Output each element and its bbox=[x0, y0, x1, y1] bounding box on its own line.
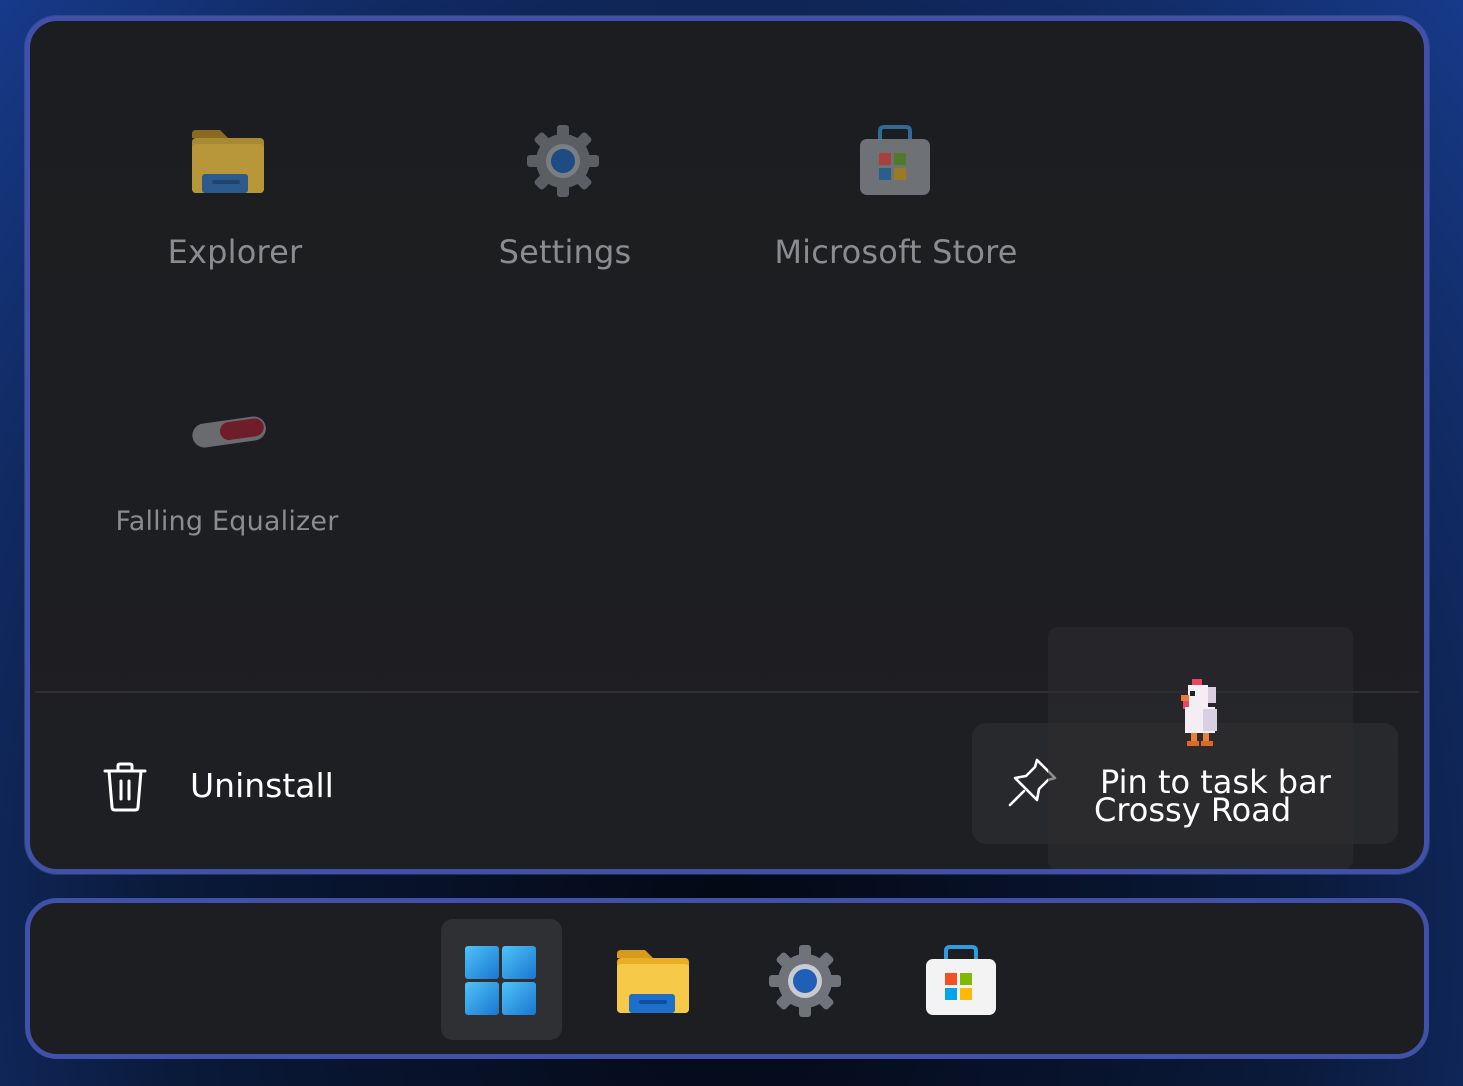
store-bag-icon bbox=[858, 123, 932, 201]
store-bag-icon bbox=[924, 943, 998, 1021]
start-menu-panel: Explorer Settings Microsoft Store Fallin… bbox=[25, 16, 1429, 874]
taskbar-store-button[interactable] bbox=[900, 919, 1021, 1040]
windows-logo-icon bbox=[465, 946, 537, 1020]
dragged-app-label: Crossy Road bbox=[1094, 791, 1292, 829]
taskbar-explorer-button[interactable] bbox=[600, 919, 721, 1040]
taskbar-settings-button[interactable] bbox=[750, 919, 871, 1040]
chicken-icon bbox=[1175, 679, 1225, 755]
app-label-falling-equalizer: Falling Equalizer bbox=[115, 506, 339, 537]
trash-icon bbox=[102, 761, 148, 817]
app-tile-microsoft-store[interactable]: Microsoft Store bbox=[760, 111, 1040, 291]
taskbar bbox=[25, 898, 1429, 1059]
folder-icon bbox=[615, 946, 691, 1020]
app-label-microsoft-store: Microsoft Store bbox=[774, 233, 1018, 271]
taskbar-start-button[interactable] bbox=[441, 919, 562, 1040]
app-tile-settings[interactable]: Settings bbox=[455, 111, 675, 291]
app-tile-falling-equalizer[interactable]: Falling Equalizer bbox=[110, 401, 360, 551]
app-label-explorer: Explorer bbox=[167, 233, 303, 271]
gear-icon bbox=[767, 943, 843, 1023]
capsule-icon bbox=[190, 411, 268, 455]
uninstall-label: Uninstall bbox=[190, 766, 334, 805]
dragged-app-ghost[interactable] bbox=[1048, 627, 1353, 869]
app-tile-explorer[interactable]: Explorer bbox=[125, 111, 345, 291]
app-label-settings: Settings bbox=[498, 233, 632, 271]
gear-icon bbox=[525, 123, 601, 203]
folder-icon bbox=[190, 126, 266, 200]
